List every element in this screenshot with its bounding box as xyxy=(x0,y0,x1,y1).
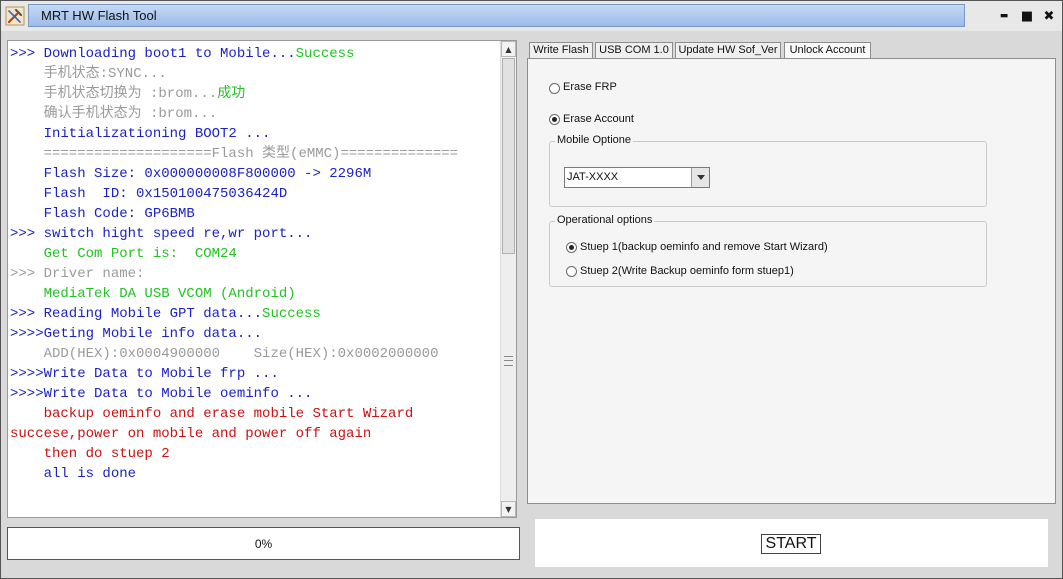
log-line: ADD(HEX):0x0004900000 Size(HEX):0x000200… xyxy=(10,344,502,364)
log-line-segment: then do stuep 2 xyxy=(10,446,170,462)
log-line: MediaTek DA USB VCOM (Android) xyxy=(10,284,502,304)
log-line-segment: 成功 xyxy=(217,86,246,102)
log-line-segment: Flash Size: 0x000000008F800000 -> 2296M xyxy=(10,166,372,182)
log-line-segment: succese,power on mobile and power off ag… xyxy=(10,426,372,442)
close-icon: ✖ xyxy=(1043,8,1055,24)
log-line: >>>>Write Data to Mobile frp ... xyxy=(10,364,502,384)
log-line-segment: >>> Reading Mobile GPT data... xyxy=(10,306,263,322)
erase-frp-radio[interactable] xyxy=(549,83,560,94)
minimize-icon: ▬ xyxy=(999,11,1009,21)
mobile-option-title: Mobile Optione xyxy=(555,134,633,146)
step2-label[interactable]: Stuep 2(Write Backup oeminfo form stuep1… xyxy=(580,265,794,277)
title-bar-field: MRT HW Flash Tool xyxy=(28,4,965,27)
arrow-up-icon: ▲ xyxy=(505,44,512,54)
radio-dot-icon xyxy=(552,117,557,122)
step1-label[interactable]: Stuep 1(backup oeminfo and remove Start … xyxy=(580,241,828,253)
log-line-segment: >>>>Write Data to Mobile frp ... xyxy=(10,366,279,382)
log-line-segment: 手机状态:SYNC... xyxy=(10,66,167,82)
log-line-segment: 确认手机状态为 :brom... xyxy=(10,106,218,122)
log-line-segment: ADD(HEX):0x0004900000 Size(HEX):0x000200… xyxy=(10,346,439,362)
log-line: >>> switch hight speed re,wr port... xyxy=(10,224,502,244)
log-line-segment: 手机状态切换为 :brom... xyxy=(10,86,218,102)
log-line: all is done xyxy=(10,464,502,484)
unlock-account-panel: Erase FRP Erase Account Mobile Optione J… xyxy=(527,58,1056,504)
window-title: MRT HW Flash Tool xyxy=(41,8,157,23)
title-bar: MRT HW Flash Tool ▬ ■ ✖ xyxy=(1,1,1062,31)
log-line: succese,power on mobile and power off ag… xyxy=(10,424,502,444)
log-lines: >>> Downloading boot1 to Mobile...Succes… xyxy=(10,44,502,484)
mobile-option-group: Mobile Optione JAT-XXXX xyxy=(549,134,987,207)
log-line-segment: all is done xyxy=(10,466,137,482)
log-line: backup oeminfo and erase mobile Start Wi… xyxy=(10,404,502,424)
log-line-segment: Get Com Port is: COM24 xyxy=(10,246,237,262)
log-line-segment: ====================Flash 类型(eMMC)======… xyxy=(10,146,459,162)
step1-radio[interactable] xyxy=(566,242,577,253)
log-line-segment: >>> switch hight speed re,wr port... xyxy=(10,226,313,242)
log-line: >>> Driver name: xyxy=(10,264,502,284)
operational-options-title: Operational options xyxy=(555,214,655,226)
minimize-button[interactable]: ▬ xyxy=(995,7,1013,25)
radio-dot-icon xyxy=(569,245,574,250)
log-line: 手机状态:SYNC... xyxy=(10,64,502,84)
scroll-grip-icon xyxy=(504,356,513,366)
maximize-icon: ■ xyxy=(1020,8,1034,24)
app-window: MRT HW Flash Tool ▬ ■ ✖ >>> Downloading … xyxy=(0,0,1063,579)
log-line-segment: >>> Driver name: xyxy=(10,266,145,282)
scroll-thumb[interactable] xyxy=(502,58,515,254)
log-line-segment: >>>>Write Data to Mobile oeminfo ... xyxy=(10,386,313,402)
erase-account-label[interactable]: Erase Account xyxy=(563,113,634,125)
log-line: Get Com Port is: COM24 xyxy=(10,244,502,264)
log-line: >>>>Write Data to Mobile oeminfo ... xyxy=(10,384,502,404)
log-line: >>> Downloading boot1 to Mobile...Succes… xyxy=(10,44,502,64)
arrow-down-icon: ▼ xyxy=(505,504,512,514)
start-area: START xyxy=(535,519,1048,567)
tab-update-hw-sof-ver[interactable]: Update HW Sof_Ver xyxy=(675,42,781,59)
start-button[interactable]: START xyxy=(761,534,821,554)
log-scrollbar[interactable]: ▲ ▼ xyxy=(500,41,516,517)
app-tools-icon xyxy=(5,6,25,26)
chevron-down-icon[interactable] xyxy=(691,168,709,187)
close-button[interactable]: ✖ xyxy=(1040,7,1058,25)
log-line-segment: Initializationing BOOT2 ... xyxy=(10,126,271,142)
log-line-segment: MediaTek DA USB VCOM (Android) xyxy=(10,286,296,302)
log-line-segment: Flash ID: 0x150100475036424D xyxy=(10,186,288,202)
tab-unlock-account[interactable]: Unlock Account xyxy=(784,42,871,59)
log-line-segment: Success xyxy=(295,46,355,62)
step2-radio[interactable] xyxy=(566,266,577,277)
erase-frp-label[interactable]: Erase FRP xyxy=(563,81,617,93)
log-line-segment: backup oeminfo and erase mobile Start Wi… xyxy=(10,406,414,422)
scroll-up-button[interactable]: ▲ xyxy=(501,41,516,57)
tab-write-flash[interactable]: Write Flash xyxy=(529,42,593,59)
operational-options-group: Operational options Stuep 1(backup oemin… xyxy=(549,214,987,287)
progress-text: 0% xyxy=(254,536,273,551)
maximize-button[interactable]: ■ xyxy=(1018,7,1036,25)
progress-bar: 0% xyxy=(7,527,520,560)
log-line-segment: >>> Downloading boot1 to Mobile... xyxy=(10,46,296,62)
log-line-segment: Success xyxy=(262,306,321,322)
log-line: Initializationing BOOT2 ... xyxy=(10,124,502,144)
log-line: Flash Code: GP6BMB xyxy=(10,204,502,224)
scroll-down-button[interactable]: ▼ xyxy=(501,501,516,517)
log-line: then do stuep 2 xyxy=(10,444,502,464)
log-line: Flash ID: 0x150100475036424D xyxy=(10,184,502,204)
log-line: >>> Reading Mobile GPT data...Success xyxy=(10,304,502,324)
log-output[interactable]: >>> Downloading boot1 to Mobile...Succes… xyxy=(7,40,517,518)
mobile-model-select[interactable]: JAT-XXXX xyxy=(564,167,710,188)
log-line: 手机状态切换为 :brom...成功 xyxy=(10,84,502,104)
log-line: >>>>Geting Mobile info data... xyxy=(10,324,502,344)
log-line: 确认手机状态为 :brom... xyxy=(10,104,502,124)
log-line: Flash Size: 0x000000008F800000 -> 2296M xyxy=(10,164,502,184)
log-line-segment: >>>>Geting Mobile info data... xyxy=(10,326,263,342)
log-line: ====================Flash 类型(eMMC)======… xyxy=(10,144,502,164)
log-line-segment: Flash Code: GP6BMB xyxy=(10,206,195,222)
tab-usb-com[interactable]: USB COM 1.0 xyxy=(595,42,673,59)
erase-account-radio[interactable] xyxy=(549,114,560,125)
mobile-model-value: JAT-XXXX xyxy=(567,171,619,183)
